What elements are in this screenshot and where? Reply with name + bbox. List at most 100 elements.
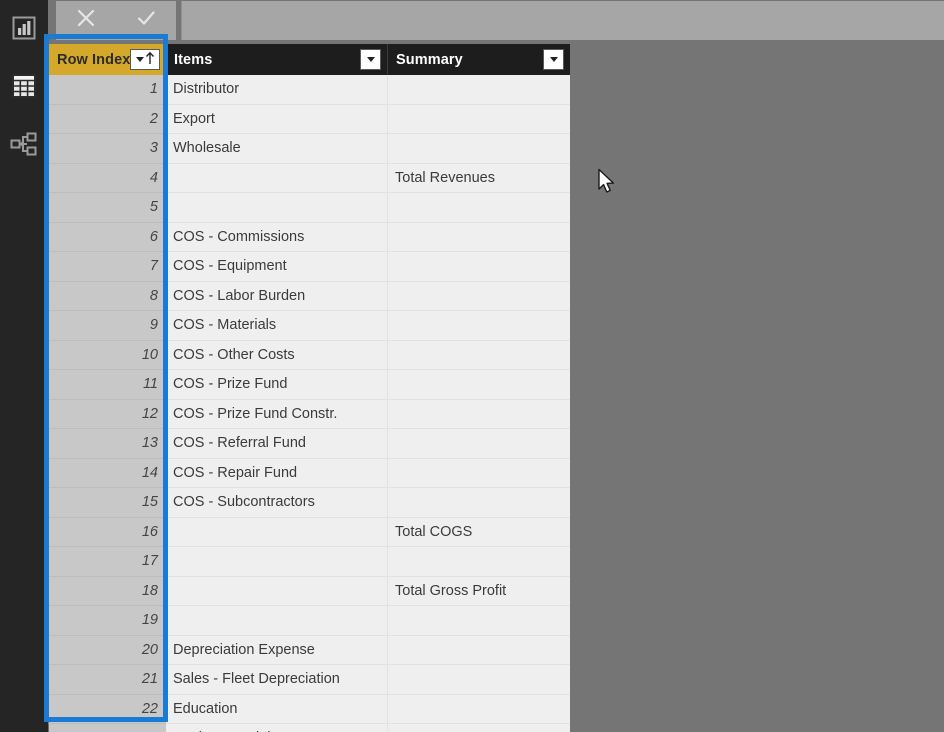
table-row[interactable]: 10 COS - Other Costs — [48, 340, 570, 370]
table-row[interactable]: 7 COS - Equipment — [48, 252, 570, 282]
cell-summary[interactable] — [388, 429, 570, 459]
table-row[interactable]: 4 Total Revenues — [48, 163, 570, 193]
cell-items[interactable]: COS - Other Costs — [166, 340, 388, 370]
table-row[interactable]: 19 — [48, 606, 570, 636]
cell-summary[interactable] — [388, 340, 570, 370]
cell-items[interactable]: Sealer Material — [166, 724, 388, 732]
cell-items[interactable] — [166, 606, 388, 636]
sidebar-item-model-view[interactable] — [0, 120, 48, 168]
table-row[interactable]: 6 COS - Commissions — [48, 222, 570, 252]
cell-items[interactable]: COS - Commissions — [166, 222, 388, 252]
cell-summary[interactable] — [388, 75, 570, 105]
column-header-row-index[interactable]: Row Index — [48, 44, 166, 75]
table-row[interactable]: 22 Education — [48, 694, 570, 724]
cancel-edit-button[interactable] — [63, 2, 109, 40]
cell-row-index[interactable]: 10 — [48, 340, 166, 370]
column-header-summary[interactable]: Summary — [388, 44, 570, 75]
cell-row-index[interactable]: 21 — [48, 665, 166, 695]
cell-summary[interactable] — [388, 370, 570, 400]
table-row[interactable]: 15 COS - Subcontractors — [48, 488, 570, 518]
cell-row-index[interactable]: 13 — [48, 429, 166, 459]
cell-summary[interactable] — [388, 134, 570, 164]
cell-summary[interactable]: Total Revenues — [388, 163, 570, 193]
cell-row-index[interactable]: 7 — [48, 252, 166, 282]
table-row[interactable]: 23Sealer Material — [48, 724, 570, 732]
cell-items[interactable]: Export — [166, 104, 388, 134]
cell-summary[interactable] — [388, 104, 570, 134]
sidebar-item-data-view[interactable] — [0, 62, 48, 110]
cell-row-index[interactable]: 1 — [48, 75, 166, 105]
table-row[interactable]: 16 Total COGS — [48, 517, 570, 547]
table-row[interactable]: 2 Export — [48, 104, 570, 134]
column-header-items[interactable]: Items — [166, 44, 388, 75]
cell-row-index[interactable]: 12 — [48, 399, 166, 429]
cell-items[interactable]: Depreciation Expense — [166, 635, 388, 665]
table-row[interactable]: 17 — [48, 547, 570, 577]
cell-summary[interactable] — [388, 488, 570, 518]
cell-items[interactable]: COS - Equipment — [166, 252, 388, 282]
cell-items[interactable]: Wholesale — [166, 134, 388, 164]
cell-items[interactable] — [166, 193, 388, 223]
cell-summary[interactable]: Total Gross Profit — [388, 576, 570, 606]
cell-row-index[interactable]: 3 — [48, 134, 166, 164]
cell-items[interactable]: COS - Materials — [166, 311, 388, 341]
cell-items[interactable] — [166, 517, 388, 547]
cell-items[interactable]: COS - Prize Fund Constr. — [166, 399, 388, 429]
summary-filter-button[interactable] — [543, 49, 564, 70]
cell-items[interactable]: COS - Referral Fund — [166, 429, 388, 459]
table-row[interactable]: 11 COS - Prize Fund — [48, 370, 570, 400]
cell-row-index[interactable]: 18 — [48, 576, 166, 606]
cell-items[interactable] — [166, 576, 388, 606]
cell-summary[interactable]: Total COGS — [388, 517, 570, 547]
cell-row-index[interactable]: 8 — [48, 281, 166, 311]
cell-summary[interactable] — [388, 222, 570, 252]
formula-input[interactable] — [181, 1, 944, 40]
cell-items[interactable]: Education — [166, 694, 388, 724]
cell-row-index[interactable]: 17 — [48, 547, 166, 577]
cell-row-index[interactable]: 2 — [48, 104, 166, 134]
cell-items[interactable]: COS - Repair Fund — [166, 458, 388, 488]
cell-items[interactable]: COS - Subcontractors — [166, 488, 388, 518]
table-row[interactable]: 21 Sales - Fleet Depreciation — [48, 665, 570, 695]
table-row[interactable]: 1 Distributor — [48, 75, 570, 105]
items-filter-button[interactable] — [360, 49, 381, 70]
cell-summary[interactable] — [388, 311, 570, 341]
cell-items[interactable] — [166, 547, 388, 577]
cell-summary[interactable] — [388, 193, 570, 223]
cell-summary[interactable] — [388, 724, 570, 732]
table-row[interactable]: 12 COS - Prize Fund Constr. — [48, 399, 570, 429]
table-row[interactable]: 18 Total Gross Profit — [48, 576, 570, 606]
table-row[interactable]: 20 Depreciation Expense — [48, 635, 570, 665]
table-row[interactable]: 13 COS - Referral Fund — [48, 429, 570, 459]
table-row[interactable]: 9 COS - Materials — [48, 311, 570, 341]
cell-row-index[interactable]: 19 — [48, 606, 166, 636]
cell-row-index[interactable]: 11 — [48, 370, 166, 400]
confirm-edit-button[interactable] — [123, 2, 169, 40]
cell-items[interactable] — [166, 163, 388, 193]
cell-row-index[interactable]: 14 — [48, 458, 166, 488]
table-row[interactable]: 8 COS - Labor Burden — [48, 281, 570, 311]
row-index-sort-filter-button[interactable] — [130, 49, 160, 70]
cell-summary[interactable] — [388, 281, 570, 311]
cell-row-index[interactable]: 20 — [48, 635, 166, 665]
table-row[interactable]: 14 COS - Repair Fund — [48, 458, 570, 488]
cell-row-index[interactable]: 4 — [48, 163, 166, 193]
table-row[interactable]: 5 — [48, 193, 570, 223]
cell-summary[interactable] — [388, 458, 570, 488]
cell-items[interactable]: Sales - Fleet Depreciation — [166, 665, 388, 695]
cell-row-index[interactable]: 22 — [48, 694, 166, 724]
cell-items[interactable]: COS - Labor Burden — [166, 281, 388, 311]
sidebar-item-report-view[interactable] — [0, 4, 48, 52]
cell-summary[interactable] — [388, 399, 570, 429]
cell-summary[interactable] — [388, 694, 570, 724]
cell-row-index[interactable]: 16 — [48, 517, 166, 547]
cell-summary[interactable] — [388, 547, 570, 577]
cell-row-index[interactable]: 5 — [48, 193, 166, 223]
cell-row-index[interactable]: 15 — [48, 488, 166, 518]
cell-row-index[interactable]: 23 — [48, 724, 166, 732]
cell-summary[interactable] — [388, 606, 570, 636]
cell-summary[interactable] — [388, 665, 570, 695]
cell-items[interactable]: Distributor — [166, 75, 388, 105]
cell-row-index[interactable]: 6 — [48, 222, 166, 252]
cell-row-index[interactable]: 9 — [48, 311, 166, 341]
